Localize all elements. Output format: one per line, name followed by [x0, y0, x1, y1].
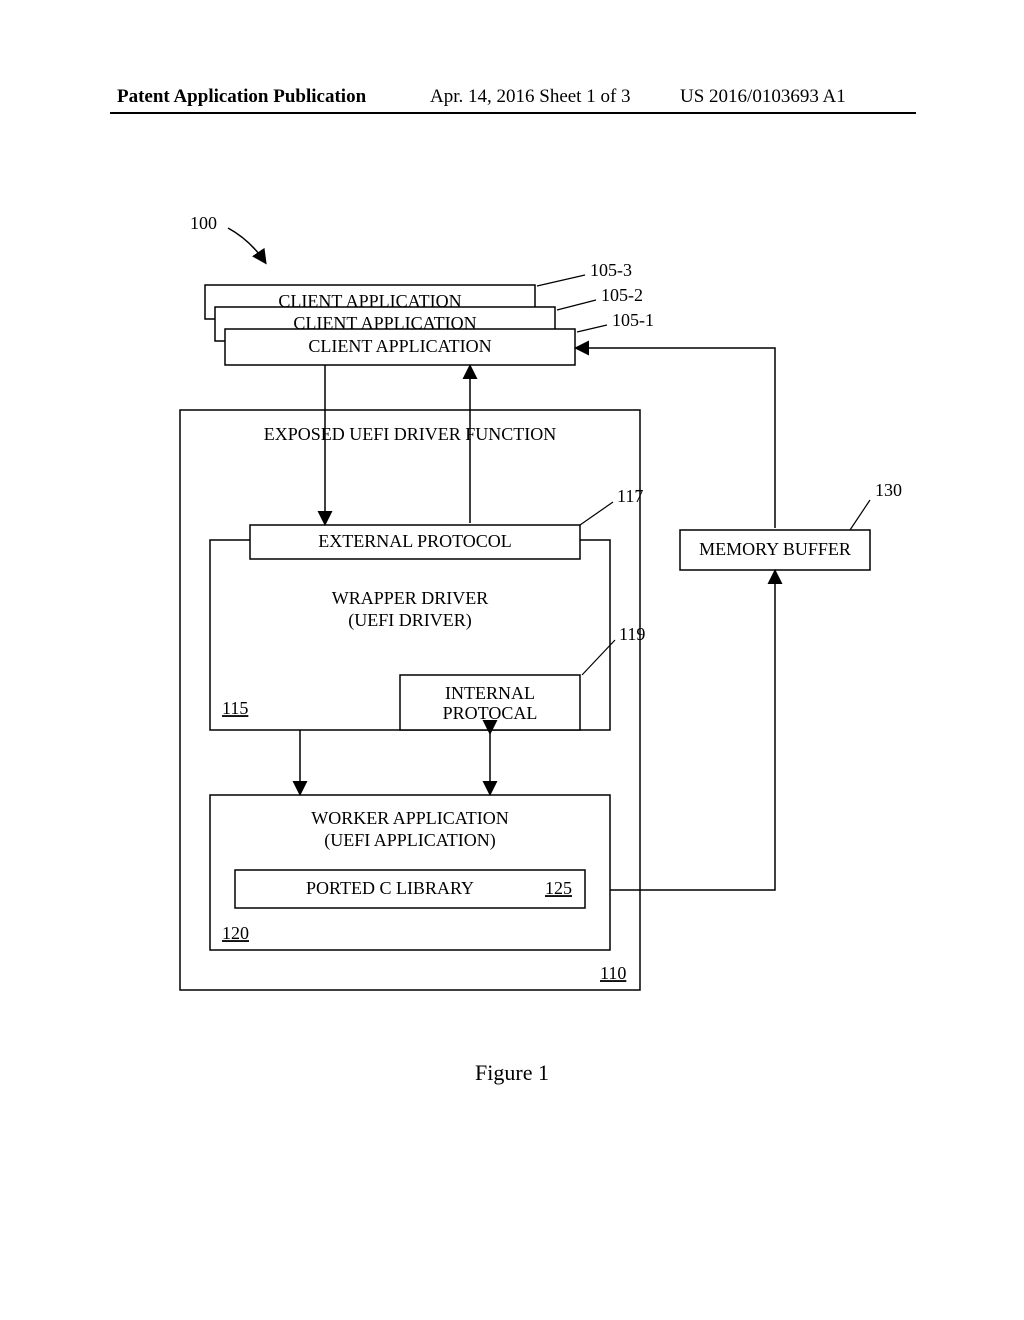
ref-115: 115 — [222, 698, 248, 718]
client-app-1-label: CLIENT APPLICATION — [308, 336, 491, 356]
figure-caption: Figure 1 — [0, 1060, 1024, 1086]
ported-c-label: PORTED C LIBRARY — [306, 878, 474, 898]
ref-125: 125 — [545, 878, 572, 898]
header-rule — [110, 112, 916, 114]
memory-buffer-label: MEMORY BUFFER — [699, 539, 851, 559]
ref-120: 120 — [222, 923, 249, 943]
ref-130: 130 — [875, 480, 902, 500]
worker-line2: (UEFI APPLICATION) — [324, 830, 496, 851]
exposed-uefi-label: EXPOSED UEFI DRIVER FUNCTION — [264, 424, 557, 444]
worker-line1: WORKER APPLICATION — [311, 808, 509, 828]
external-protocol-label: EXTERNAL PROTOCOL — [318, 531, 512, 551]
header-mid: Apr. 14, 2016 Sheet 1 of 3 — [430, 86, 631, 108]
ref-110: 110 — [600, 963, 626, 983]
ref-119: 119 — [619, 624, 645, 644]
header-right: US 2016/0103693 A1 — [680, 86, 846, 108]
ref-100: 100 — [190, 213, 217, 233]
ref-105-2: 105-2 — [601, 285, 643, 305]
wrapper-line2: (UEFI DRIVER) — [348, 610, 472, 631]
internal-line2: PROTOCAL — [443, 703, 538, 723]
ref-117: 117 — [617, 486, 643, 506]
ref-105-3: 105-3 — [590, 260, 632, 280]
page: Patent Application Publication Apr. 14, … — [0, 0, 1024, 1320]
internal-line1: INTERNAL — [445, 683, 535, 703]
wrapper-line1: WRAPPER DRIVER — [332, 588, 489, 608]
diagram-svg: 100 CLIENT APPLICATION CLIENT APPLICATIO… — [110, 180, 930, 1050]
ref-105-1: 105-1 — [612, 310, 654, 330]
header-left: Patent Application Publication — [117, 86, 366, 108]
